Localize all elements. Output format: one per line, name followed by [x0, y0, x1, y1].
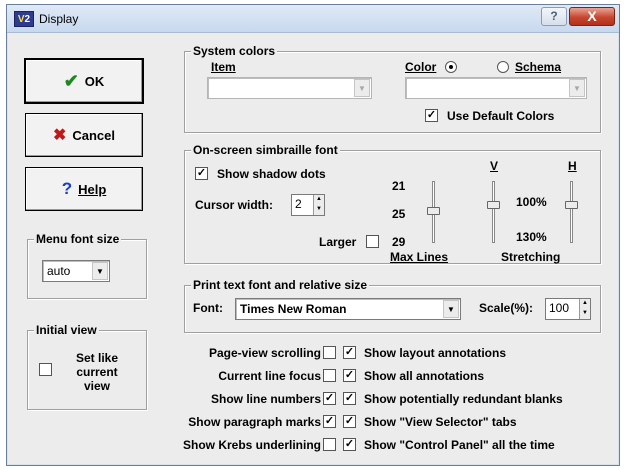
larger-checkbox[interactable] [366, 235, 379, 248]
color-radio-label: Color [405, 60, 437, 74]
option-show-view-selector-tabs-label: Show "View Selector" tabs [364, 415, 517, 429]
title-bar[interactable]: V2 Display ? X [7, 5, 619, 33]
set-like-current-checkbox[interactable] [39, 363, 52, 376]
max-lines-tick-21: 21 [392, 179, 406, 193]
option-page-view-scrolling-label: Page-view scrolling [208, 346, 321, 360]
v-stretch-slider-thumb[interactable] [487, 201, 500, 209]
item-label: Item [211, 60, 236, 74]
window-title: Display [39, 12, 79, 26]
print-font-legend: Print text font and relative size [191, 278, 370, 292]
max-lines-tick-25: 25 [392, 207, 406, 221]
option-page-view-scrolling-checkbox[interactable] [323, 346, 336, 359]
option-show-layout-annotations-checkbox[interactable]: ✓ [343, 346, 356, 359]
set-like-current-label: Set like current view [75, 351, 119, 393]
initial-view-legend: Initial view [34, 323, 99, 337]
help-button[interactable]: ? Help [25, 167, 143, 211]
spinner-buttons[interactable]: ▲ ▼ [313, 195, 324, 215]
color-radio[interactable] [445, 61, 457, 73]
system-colors-legend: System colors [191, 44, 278, 58]
cursor-width-value: 2 [295, 197, 302, 211]
option-show-paragraph-marks-label: Show paragraph marks [188, 415, 321, 429]
checkmark-icon: ✔ [63, 70, 79, 91]
schema-radio[interactable] [497, 61, 509, 73]
show-shadow-label: Show shadow dots [217, 167, 326, 181]
close-button[interactable]: X [569, 7, 615, 26]
cancel-button-label: Cancel [72, 127, 116, 143]
help-button-label: Help [78, 181, 107, 197]
system-colors-group: System colors Item ▼ Color Schema ▼ ✓ Us… [184, 44, 601, 133]
option-show-layout-annotations-label: Show layout annotations [364, 346, 507, 360]
show-shadow-checkbox[interactable]: ✓ [195, 167, 208, 180]
option-show-view-selector-tabs-checkbox[interactable]: ✓ [343, 415, 356, 428]
menu-font-select[interactable]: auto ▼ [42, 260, 110, 282]
cursor-width-spinner[interactable]: 2 ▲ ▼ [291, 194, 325, 216]
larger-label: Larger [319, 235, 357, 249]
menu-font-group: Menu font size auto ▼ [27, 232, 147, 299]
h-stretch-slider-track[interactable] [570, 181, 573, 243]
spin-up-icon[interactable]: ▲ [314, 195, 324, 205]
v2-app-icon: V2 [14, 11, 34, 27]
scale-label: Scale(%): [479, 301, 534, 315]
display-dialog: V2 Display ? X ✔ OK ✖ Cancel ? Help Menu… [6, 4, 620, 466]
option-current-line-focus-checkbox[interactable] [323, 369, 336, 382]
use-default-colors-label: Use Default Colors [447, 109, 555, 123]
option-show-control-panel-checkbox[interactable]: ✓ [343, 438, 356, 451]
option-show-line-numbers-label: Show line numbers [210, 392, 321, 406]
color-select[interactable]: ▼ [405, 77, 587, 99]
item-select[interactable]: ▼ [207, 77, 372, 99]
cancel-button[interactable]: ✖ Cancel [25, 113, 143, 157]
max-lines-label: Max Lines [390, 250, 449, 264]
use-default-colors-checkbox[interactable]: ✓ [425, 109, 438, 122]
font-select[interactable]: Times New Roman ▼ [235, 298, 461, 320]
option-show-paragraph-marks-checkbox[interactable]: ✓ [323, 415, 336, 428]
option-show-krebs-underlining-label: Show Krebs underlining [182, 438, 321, 452]
print-font-group: Print text font and relative size Font: … [184, 278, 601, 333]
chevron-down-icon[interactable]: ▼ [354, 79, 370, 97]
question-icon: ? [61, 179, 73, 198]
menu-font-value: auto [47, 264, 71, 278]
cross-icon: ✖ [52, 127, 67, 144]
dialog-client: ✔ OK ✖ Cancel ? Help Menu font size auto… [7, 33, 619, 465]
max-lines-slider-thumb[interactable] [427, 207, 440, 215]
cursor-width-label: Cursor width: [195, 198, 273, 212]
v-label: V [490, 159, 499, 173]
option-show-all-annotations-label: Show all annotations [364, 369, 485, 383]
chevron-down-icon[interactable]: ▼ [92, 262, 108, 280]
h-label: H [568, 159, 577, 173]
h-stretch-slider-thumb[interactable] [565, 201, 578, 209]
v-stretch-slider-track[interactable] [492, 181, 495, 243]
option-show-redundant-blanks-checkbox[interactable]: ✓ [343, 392, 356, 405]
font-label: Font: [193, 301, 223, 315]
schema-radio-label: Schema [515, 60, 562, 74]
title-help-button[interactable]: ? [541, 7, 567, 26]
max-lines-tick-29: 29 [392, 235, 406, 249]
spin-down-icon[interactable]: ▼ [314, 205, 324, 215]
option-show-all-annotations-checkbox[interactable]: ✓ [343, 369, 356, 382]
simbraille-group: On-screen simbraille font ✓ Show shadow … [184, 143, 601, 264]
option-show-krebs-underlining-checkbox[interactable] [323, 438, 336, 451]
chevron-down-icon[interactable]: ▼ [443, 300, 459, 318]
font-select-value: Times New Roman [240, 302, 347, 316]
menu-font-legend: Menu font size [34, 232, 122, 246]
simbraille-legend: On-screen simbraille font [191, 143, 340, 157]
option-show-line-numbers-checkbox[interactable]: ✓ [323, 392, 336, 405]
ok-button[interactable]: ✔ OK [25, 59, 143, 103]
chevron-down-icon[interactable]: ▼ [569, 79, 585, 97]
stretching-label: Stretching [501, 250, 561, 264]
spinner-buttons[interactable]: ▲ ▼ [579, 299, 590, 319]
scale-spinner[interactable]: 100 ▲ ▼ [545, 298, 591, 320]
stretch-tick-130: 130% [516, 230, 547, 244]
ok-button-label: OK [84, 73, 105, 89]
initial-view-group: Initial view Set like current view [27, 323, 147, 410]
option-current-line-focus-label: Current line focus [218, 369, 321, 383]
scale-value: 100 [549, 301, 570, 315]
stretch-tick-100: 100% [516, 195, 547, 209]
spin-up-icon[interactable]: ▲ [580, 299, 590, 309]
option-show-control-panel-label: Show "Control Panel" all the time [364, 438, 555, 452]
option-show-redundant-blanks-label: Show potentially redundant blanks [364, 392, 563, 406]
spin-down-icon[interactable]: ▼ [580, 309, 590, 319]
